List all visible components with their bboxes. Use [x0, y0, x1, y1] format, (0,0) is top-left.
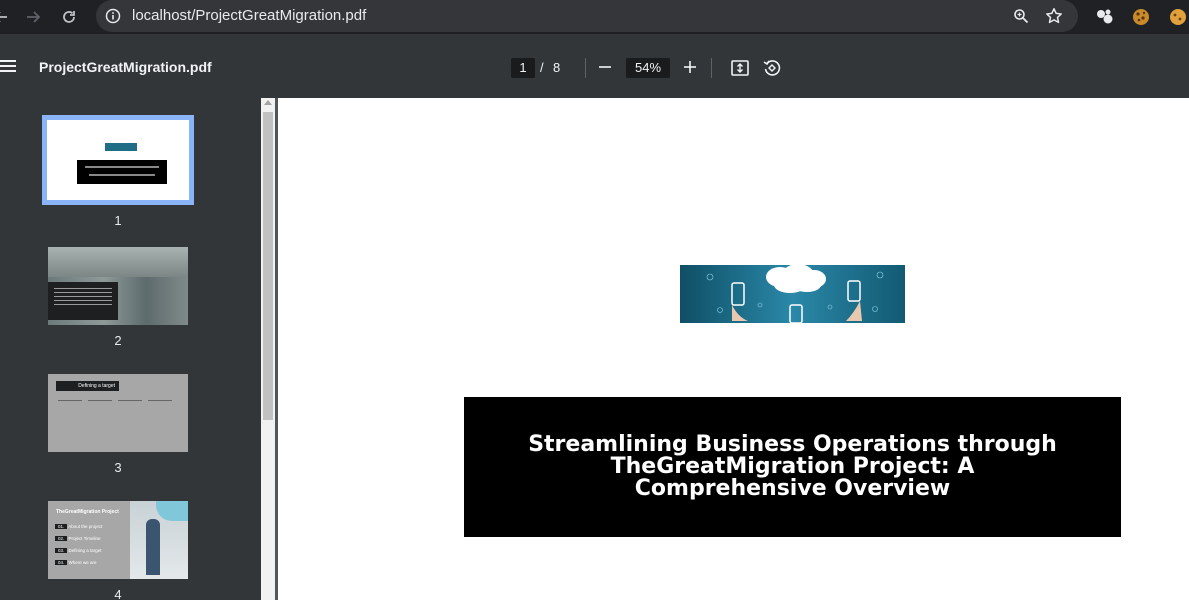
- page-number-input[interactable]: 1: [511, 58, 535, 78]
- back-button[interactable]: [0, 4, 14, 30]
- thumbnail-image: Defining a target: [48, 374, 188, 452]
- thumbnail-page-2[interactable]: 2: [42, 247, 194, 348]
- thumbnail-sidebar: 1 2 Defining a target 3 TheGreatMigratio…: [0, 98, 261, 600]
- search-icon[interactable]: [1013, 8, 1029, 24]
- thumbnail-number: 1: [114, 213, 122, 228]
- reload-icon: [63, 11, 75, 23]
- arrow-left-icon: [0, 12, 7, 22]
- page-total: 8: [553, 60, 561, 75]
- scrollbar-thumb[interactable]: [263, 112, 273, 420]
- thumbnail-image: [42, 115, 194, 205]
- thumbnail-number: 3: [114, 460, 122, 475]
- pdf-viewer[interactable]: Streamlining Business Operations through…: [275, 98, 1189, 600]
- zoom-in-icon[interactable]: [682, 59, 698, 75]
- thumbnail-heading: TheGreatMigration Project: [56, 509, 119, 515]
- menu-icon[interactable]: [0, 58, 16, 74]
- pdf-toolbar: ProjectGreatMigration.pdf 1 / 8 54%: [0, 34, 1189, 98]
- thumbnail-heading: Defining a target: [56, 381, 119, 391]
- cookie-extension-icon[interactable]: [1131, 7, 1151, 27]
- rotate-icon[interactable]: [762, 58, 782, 78]
- thumbnail-image: TheGreatMigration Project 01. About the …: [48, 501, 188, 579]
- address-bar[interactable]: localhost/ProjectGreatMigration.pdf: [96, 0, 1078, 32]
- arrow-right-icon: [27, 11, 41, 23]
- extension-icon[interactable]: [1095, 7, 1115, 27]
- title-box: Streamlining Business Operations through…: [464, 397, 1121, 537]
- thumbnail-page-4[interactable]: TheGreatMigration Project 01. About the …: [42, 501, 194, 600]
- page-separator: /: [540, 60, 544, 75]
- thumbnail-page-1[interactable]: 1: [42, 115, 194, 228]
- fit-to-page-icon[interactable]: [730, 58, 750, 78]
- zoom-out-icon[interactable]: [597, 59, 613, 75]
- thumbnail-image: [48, 247, 188, 325]
- scroll-up-arrow[interactable]: [264, 100, 272, 105]
- thumbnail-title-box: [77, 160, 167, 184]
- forward-button[interactable]: [20, 4, 46, 30]
- thumbnail-page-3[interactable]: Defining a target 3: [42, 374, 194, 475]
- sidebar-scrollbar[interactable]: [261, 98, 275, 600]
- toolbar-divider: [585, 58, 586, 78]
- info-icon[interactable]: [105, 8, 121, 24]
- thumbnail-number: 4: [114, 587, 122, 600]
- bookmark-star-icon[interactable]: [1045, 7, 1063, 25]
- page-title: Streamlining Business Operations through…: [528, 432, 1057, 501]
- reload-button[interactable]: [56, 4, 82, 30]
- document-title: ProjectGreatMigration.pdf: [39, 59, 212, 75]
- url-text[interactable]: localhost/ProjectGreatMigration.pdf: [132, 7, 366, 24]
- zoom-input[interactable]: 54%: [626, 58, 670, 78]
- toolbar-divider: [711, 58, 712, 78]
- cookie-icon[interactable]: [1168, 7, 1188, 27]
- thumbnail-number: 2: [114, 333, 122, 348]
- cloud-devices-image: [680, 265, 905, 323]
- thumbnail-hero-image: [105, 143, 137, 151]
- browser-toolbar: localhost/ProjectGreatMigration.pdf: [0, 0, 1189, 34]
- pdf-page: Streamlining Business Operations through…: [278, 98, 1189, 600]
- thumbnail-agenda: 01. About the project 02. Project Timeli…: [55, 521, 125, 569]
